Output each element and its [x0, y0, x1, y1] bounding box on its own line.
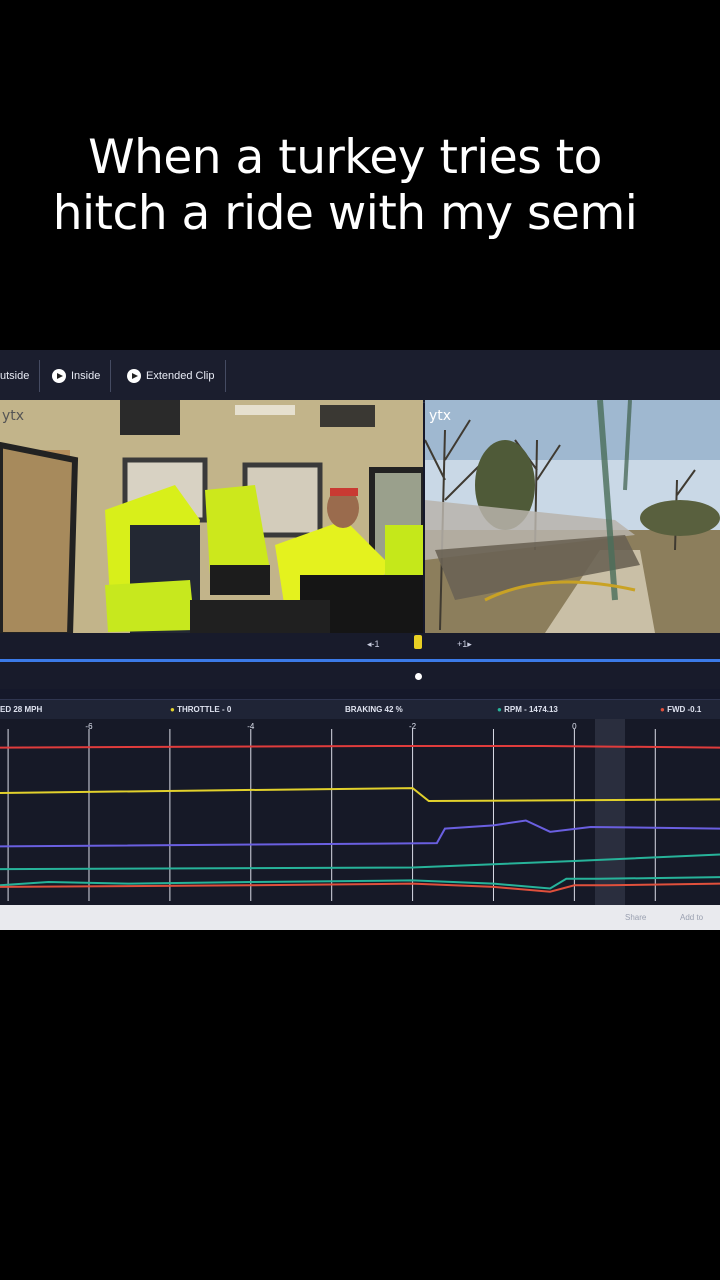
- playback-scrubber[interactable]: ◂-1 +1▸: [0, 633, 720, 689]
- rpm-dot-icon: ●: [497, 705, 502, 714]
- timeline-dot[interactable]: [415, 673, 422, 680]
- rpm-label: RPM - 1474.13: [504, 705, 558, 714]
- view-tabs-bar: utside Inside Extended Clip: [0, 350, 720, 403]
- timeline-track[interactable]: [0, 659, 720, 662]
- skip-back-button[interactable]: ◂-1: [367, 639, 380, 650]
- braking-readout: BRAKING 42 %: [345, 705, 403, 714]
- caption-line-2: hitch a ride with my semi: [52, 186, 638, 242]
- telemetry-chart-svg: -6 -4 -2 0: [0, 719, 720, 905]
- tab-inside-label: Inside: [71, 370, 101, 382]
- playhead-handle[interactable]: [414, 635, 422, 649]
- telematics-screen: utside Inside Extended Clip ytx ytx ◂-1 …: [0, 350, 720, 930]
- throttle-label: THROTTLE - 0: [177, 705, 232, 714]
- x-tick-label: -4: [247, 722, 255, 731]
- video-caption: When a turkey tries to hitch a ride with…: [0, 130, 690, 243]
- road-view-image: ytx: [425, 400, 720, 633]
- x-tick-label: -2: [409, 722, 417, 731]
- fwd-readout: ● FWD -0.1: [660, 705, 701, 714]
- fwd-dot-icon: ●: [660, 705, 665, 714]
- x-tick-label: -6: [85, 722, 93, 731]
- add-to-link[interactable]: Add to: [680, 913, 703, 922]
- tab-inside[interactable]: Inside: [52, 360, 112, 392]
- caption-line-1: When a turkey tries to: [88, 130, 602, 185]
- tab-extended-clip[interactable]: Extended Clip: [127, 360, 226, 392]
- throttle-dot-icon: ●: [170, 705, 175, 714]
- speed-series-line: [0, 744, 720, 749]
- inside-cam-logo: ytx: [2, 408, 24, 424]
- tab-outside-label: utside: [0, 370, 30, 382]
- inside-camera-view[interactable]: ytx: [0, 400, 423, 633]
- rpm-readout: ● RPM - 1474.13: [497, 705, 558, 714]
- fwd-label: FWD -0.1: [667, 705, 702, 714]
- share-link[interactable]: Share: [625, 913, 646, 922]
- cab-interior-image: ytx: [0, 400, 423, 633]
- telemetry-legend: ED 28 MPH ● THROTTLE - 0 BRAKING 42 % ● …: [0, 699, 720, 720]
- x-tick-label: 0: [572, 722, 577, 731]
- play-icon: [127, 369, 141, 383]
- outside-cam-logo: ytx: [429, 408, 451, 424]
- tab-extended-clip-label: Extended Clip: [146, 370, 215, 382]
- play-icon: [52, 369, 66, 383]
- throttle-readout: ● THROTTLE - 0: [170, 705, 231, 714]
- skip-forward-button[interactable]: +1▸: [457, 639, 472, 650]
- screen-footer: Share Add to: [0, 905, 720, 930]
- tab-outside[interactable]: utside: [0, 360, 41, 392]
- telemetry-chart[interactable]: -6 -4 -2 0: [0, 719, 720, 905]
- speed-readout: ED 28 MPH: [0, 705, 43, 714]
- outside-camera-view[interactable]: ytx: [425, 400, 720, 633]
